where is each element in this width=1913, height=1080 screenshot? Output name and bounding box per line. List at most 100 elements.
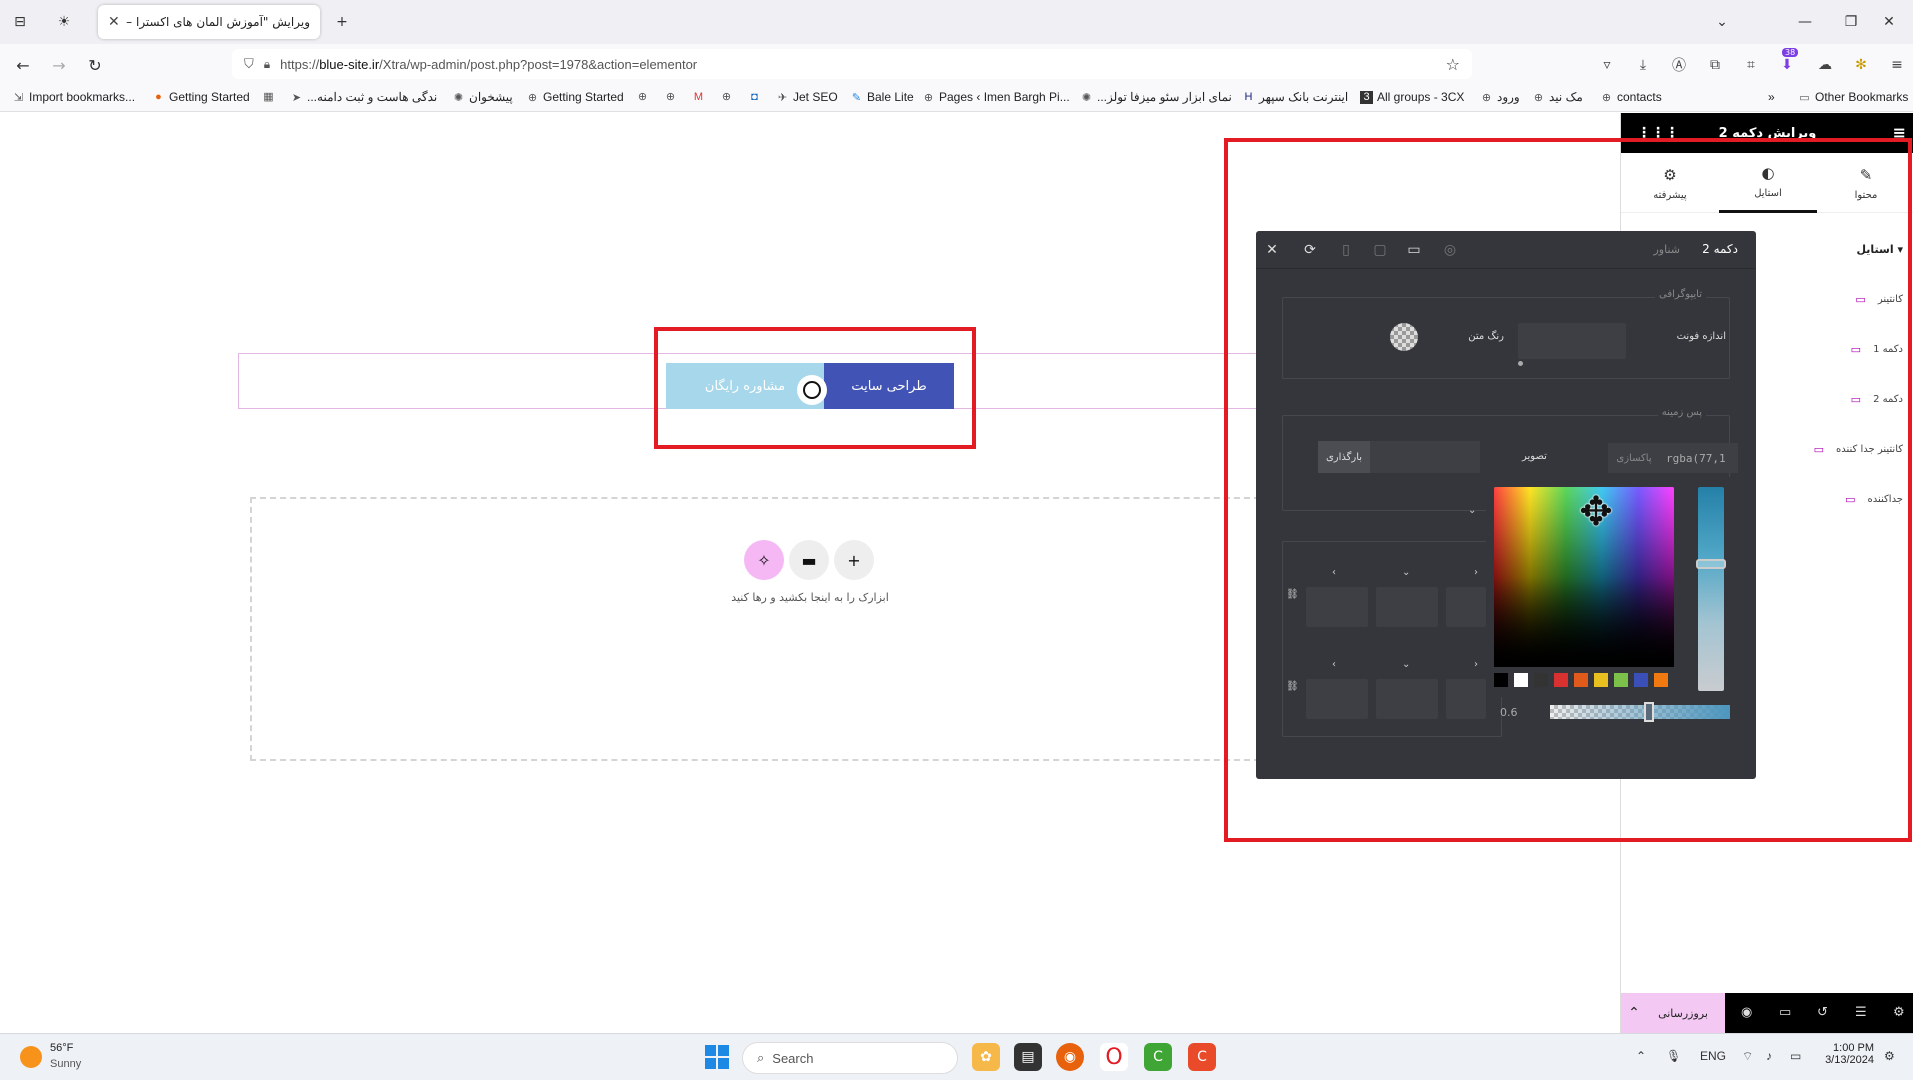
history-icon[interactable]: ↺ — [1817, 1005, 1828, 1020]
hover-state-icon[interactable]: ◎ — [1440, 240, 1460, 260]
add-section-button[interactable]: + — [834, 540, 874, 580]
weather-condition[interactable]: Sunny — [50, 1058, 81, 1070]
settings-icon[interactable]: ⚙ — [1893, 1005, 1905, 1020]
app-menu-icon[interactable]: ≡ — [1886, 54, 1908, 76]
preset-swatch[interactable] — [1514, 673, 1528, 687]
bookmark-item[interactable]: ⊕ Getting Started — [526, 90, 624, 104]
pinned-tab-icon[interactable]: ☀ — [52, 10, 76, 34]
bookmark-item[interactable]: ◘ — [748, 90, 761, 103]
dialog-state[interactable]: شناور — [1653, 243, 1680, 256]
opera-icon[interactable]: O — [1100, 1043, 1128, 1071]
image-url-input[interactable] — [1370, 441, 1480, 473]
preset-swatch[interactable] — [1594, 673, 1608, 687]
lock-icon[interactable]: 🔒︎ — [264, 57, 270, 72]
tab-list-icon[interactable]: ⊟ — [8, 10, 32, 34]
taskbar-search[interactable]: ⌕ Search — [742, 1042, 958, 1074]
preset-swatch[interactable] — [1614, 673, 1628, 687]
preset-swatch[interactable] — [1534, 673, 1548, 687]
bookmark-item[interactable]: 3 All groups - 3CX — [1360, 90, 1464, 104]
tablet-icon[interactable]: ▢ — [1370, 240, 1390, 260]
close-window-icon[interactable]: ✕ — [1866, 8, 1912, 36]
bookmark-item[interactable]: ● Getting Started — [152, 90, 250, 104]
drop-zone[interactable] — [250, 497, 1270, 761]
alpha-slider[interactable] — [1550, 705, 1730, 719]
url-bar[interactable]: ⛉ 🔒︎ https://blue-site.ir/Xtra/wp-admin/… — [232, 49, 1472, 79]
vpn-icon[interactable]: ☁ — [1814, 54, 1836, 76]
ai-sparkle-button[interactable]: ✧ — [744, 540, 784, 580]
windows-start-icon[interactable] — [705, 1045, 729, 1069]
link-values-icon[interactable]: ⛓ — [1286, 589, 1299, 600]
spacing-input[interactable] — [1306, 679, 1368, 719]
spacing-input[interactable] — [1376, 679, 1438, 719]
shield-icon[interactable]: ⛉ — [244, 57, 254, 72]
bookmark-item[interactable]: ✺ ...نمای ابزار سئو میزفا تولز — [1080, 90, 1232, 104]
bookmark-item[interactable]: M — [692, 90, 705, 103]
bookmark-item[interactable]: ➤ ...ندگی هاست و ثبت دامنه — [290, 90, 437, 104]
overflow-chevron-icon[interactable]: » — [1768, 90, 1775, 104]
chevron-right-icon[interactable]: › — [1474, 567, 1478, 578]
bookmark-item[interactable]: ⊕ مک نید — [1532, 90, 1583, 104]
download-icon[interactable]: ⤓ — [1632, 54, 1654, 76]
firefox-icon[interactable]: ◉ — [1056, 1043, 1084, 1071]
responsive-icon[interactable]: ▭ — [1779, 1005, 1791, 1020]
forward-icon[interactable]: → — [46, 52, 72, 78]
bookmark-item[interactable]: ⊕ Pages ‹ Imen Bargh Pi... — [922, 90, 1070, 104]
minimize-icon[interactable]: — — [1782, 8, 1828, 36]
weather-temp[interactable]: 56°F — [50, 1042, 73, 1054]
chevron-down-icon[interactable]: ⌄ — [1402, 567, 1410, 578]
reload-icon[interactable]: ↻ — [82, 52, 108, 78]
pocket-icon[interactable]: ▿ — [1596, 54, 1618, 76]
hue-slider[interactable] — [1698, 487, 1724, 691]
camtasia-green-icon[interactable]: C — [1144, 1043, 1172, 1071]
preset-swatch[interactable] — [1634, 673, 1648, 687]
preset-swatch[interactable] — [1574, 673, 1588, 687]
tray-chevron-icon[interactable]: ⌃ — [1636, 1049, 1646, 1063]
clear-button[interactable]: پاکسازی — [1608, 443, 1660, 473]
sun-icon[interactable] — [20, 1046, 42, 1068]
file-explorer-icon[interactable]: ▤ — [1014, 1043, 1042, 1071]
bookmark-item[interactable]: ⊕ — [664, 90, 677, 103]
bookmark-item[interactable]: ✎ Bale Lite — [850, 90, 914, 104]
language-indicator[interactable]: ENG — [1700, 1049, 1726, 1063]
bookmark-item[interactable]: ▦ — [262, 90, 275, 103]
link-values-icon[interactable]: ⛓ — [1286, 681, 1299, 692]
spacing-input[interactable] — [1446, 679, 1486, 719]
chevron-up-icon[interactable]: ‹ — [1332, 567, 1336, 578]
other-bookmarks[interactable]: ▭ Other Bookmarks — [1798, 90, 1908, 104]
extensions-icon[interactable]: ⧉ — [1704, 54, 1726, 76]
bookmark-item[interactable]: ⊕ — [636, 90, 649, 103]
rgba-input[interactable]: rgba(77,1 — [1660, 443, 1738, 473]
chevron-down-icon[interactable]: ⌄ — [1402, 659, 1410, 670]
spacing-input[interactable] — [1376, 587, 1438, 627]
alpha-slider-handle[interactable] — [1644, 702, 1654, 722]
sync-icon[interactable]: ⟳ — [1300, 240, 1320, 260]
layers-icon[interactable]: ☰ — [1855, 1005, 1867, 1020]
account-icon[interactable]: Ⓐ — [1668, 54, 1690, 76]
update-button[interactable]: ⌃ بروزرسانی — [1621, 993, 1725, 1033]
crop-icon[interactable]: ⌗ — [1740, 54, 1762, 76]
back-icon[interactable]: ← — [10, 52, 36, 78]
extension-shield-icon[interactable]: ⬇ — [1776, 54, 1798, 76]
new-tab-icon[interactable]: + — [330, 10, 354, 34]
preview-eye-icon[interactable]: ◉ — [1741, 1005, 1752, 1020]
bookmark-item[interactable]: ⊕ ورود — [1480, 90, 1520, 104]
battery-icon[interactable]: ▭ — [1790, 1049, 1801, 1063]
chevron-up-icon[interactable]: ⌃ — [1621, 993, 1647, 1033]
preset-swatch[interactable] — [1554, 673, 1568, 687]
preset-swatch[interactable] — [1494, 673, 1508, 687]
chevron-down-icon[interactable]: ⌄ — [1710, 10, 1734, 34]
bookmark-star-icon[interactable]: ☆ — [1446, 55, 1460, 74]
mobile-icon[interactable]: ▯ — [1336, 240, 1356, 260]
volume-icon[interactable]: ♪ — [1766, 1049, 1772, 1063]
bookmark-item[interactable]: ⊕ — [720, 90, 733, 103]
hue-slider-handle[interactable] — [1696, 559, 1726, 569]
bookmark-item[interactable]: ⊕ contacts — [1600, 90, 1662, 104]
upload-button[interactable]: بارگذاری — [1318, 441, 1370, 473]
font-size-slider-handle[interactable] — [1518, 361, 1523, 366]
bookmark-item[interactable]: ⇲ Import bookmarks... — [12, 90, 135, 104]
text-color-swatch[interactable] — [1390, 323, 1418, 351]
spacing-input[interactable] — [1446, 587, 1486, 627]
bookmark-item[interactable]: ✺ پیشخوان — [452, 90, 513, 104]
clock[interactable]: 1:00 PM 3/13/2024 — [1822, 1042, 1874, 1066]
chevron-up-icon[interactable]: ‹ — [1332, 659, 1336, 670]
